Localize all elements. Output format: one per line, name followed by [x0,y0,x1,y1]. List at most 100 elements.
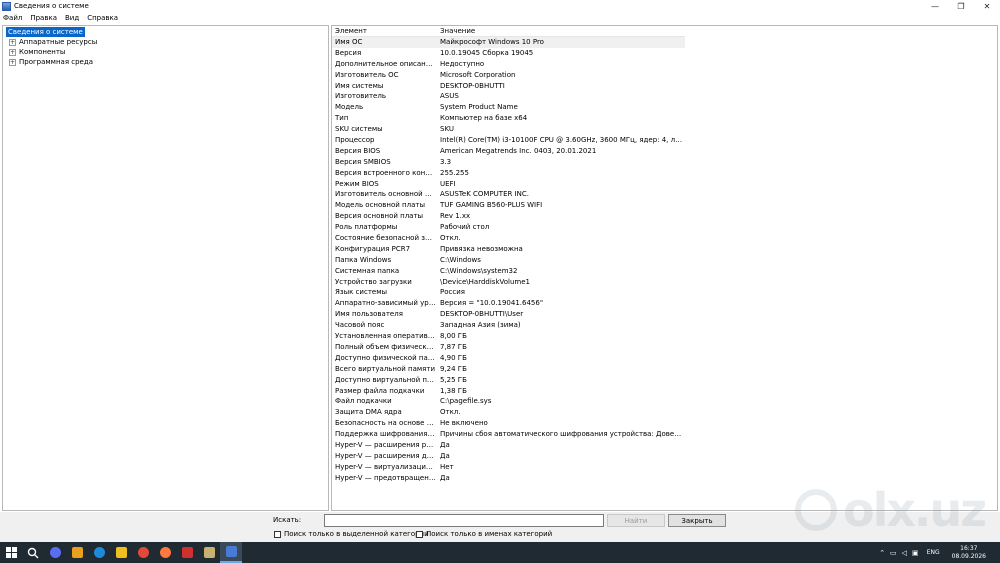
column-header-value[interactable]: Значение [436,26,685,36]
system-info-taskbar-icon[interactable] [220,542,242,563]
network-icon[interactable]: ▭ [888,542,899,563]
table-row[interactable]: Имя ОС Майкрософт Windows 10 Pro [332,37,685,48]
show-hidden-icons-chevron-up-icon[interactable]: ⌃ [877,542,888,563]
table-row[interactable]: Модель System Product Name [332,102,685,113]
menu-file[interactable]: Файл [3,14,22,22]
table-row[interactable]: Безопасность на основе вирту... Не включе… [332,418,685,429]
row-value-cell: \Device\HarddiskVolume1 [440,277,530,286]
checkbox-box[interactable] [274,530,281,538]
window-controls: — ❐ ✕ [922,0,1000,12]
close-window-button[interactable]: ✕ [974,0,1000,12]
table-row[interactable]: Hyper-V — виртуализация вкл... Нет [332,462,685,473]
table-row[interactable]: Доступно виртуальной памяти 5,25 ГБ [332,375,685,386]
table-row[interactable]: Hyper-V — расширения режи... Да [332,440,685,451]
minimize-button[interactable]: — [922,0,948,12]
row-item-cell: Файл подкачки [335,397,392,406]
column-header-item[interactable]: Элемент [332,26,436,36]
close-search-button[interactable]: Закрыть [668,514,726,527]
row-value-cell: Rev 1.xx [440,212,471,221]
checkbox-label: Поиск только в именах категорий [426,530,553,538]
clock-date: 08.09.2026 [951,552,986,560]
table-row[interactable]: Аппаратно-зависимый уровен... Версия = "1… [332,298,685,309]
table-row[interactable]: Всего виртуальной памяти 9,24 ГБ [332,364,685,375]
table-row[interactable]: Изготовитель ASUS [332,91,685,102]
menu-help[interactable]: Справка [87,14,118,22]
expand-plus-icon[interactable]: + [9,48,16,56]
checkbox-box[interactable] [416,530,423,538]
chrome-browser-icon[interactable] [132,542,154,563]
windows-start-icon[interactable] [0,542,22,563]
table-row[interactable]: Поддержка шифрования устр... Причины сбоя… [332,429,685,440]
table-row[interactable]: Установленная оперативная п... 8,00 ГБ [332,331,685,342]
table-row[interactable]: Тип Компьютер на базе x64 [332,113,685,124]
red-app-icon[interactable] [176,542,198,563]
table-row[interactable]: Имя пользователя DESKTOP-0BHUTTI\User [332,309,685,320]
table-row[interactable]: Процессор Intel(R) Core(TM) i3-10100F CPU… [332,135,685,146]
table-row[interactable]: Файл подкачки C:\pagefile.sys [332,396,685,407]
table-row[interactable]: Папка Windows C:\Windows [332,255,685,266]
table-row[interactable]: Hyper-V — расширения для п... Да [332,451,685,462]
notification-tray-icon[interactable]: ▣ [910,542,921,563]
table-row[interactable]: Доступно физической памяти 4,90 ГБ [332,353,685,364]
table-row[interactable]: SKU системы SKU [332,124,685,135]
table-row[interactable]: Версия BIOS American Megatrends Inc. 0403… [332,146,685,157]
table-row[interactable]: Конфигурация PCR7 Привязка невозможна [332,244,685,255]
tree-item-components[interactable]: + Компоненты [5,47,328,57]
table-row[interactable]: Версия основной платы Rev 1.xx [332,211,685,222]
table-row[interactable]: Полный объем физической па... 7,87 ГБ [332,342,685,353]
sound-icon[interactable]: ◁ [899,542,910,563]
table-row[interactable]: Модель основной платы TUF GAMING B560-PLU… [332,200,685,211]
search-input[interactable] [324,514,604,527]
table-row[interactable]: Версия 10.0.19045 Сборка 19045 [332,48,685,59]
table-row[interactable]: Состояние безопасной загруз... Откл. [332,233,685,244]
menu-edit[interactable]: Правка [30,14,57,22]
expand-plus-icon[interactable]: + [9,58,16,66]
search-category-names-checkbox[interactable]: Поиск только в именах категорий [416,530,552,538]
copilot-app-icon[interactable] [44,542,66,563]
category-tree: Сведения о системе + Аппаратные ресурсы … [3,26,328,67]
table-row[interactable]: Устройство загрузки \Device\HarddiskVolum… [332,277,685,288]
tree-item-system-summary[interactable]: Сведения о системе [5,27,328,37]
table-row[interactable]: Версия встроенного контролл... 255.255 [332,168,685,179]
table-row[interactable]: Роль платформы Рабочий стол [332,222,685,233]
menu-view[interactable]: Вид [65,14,79,22]
search-selected-category-checkbox[interactable]: Поиск только в выделенной категории [274,530,429,538]
game-app-icon[interactable] [198,542,220,563]
table-row[interactable]: Язык системы Россия [332,287,685,298]
clock[interactable]: 16:37 08.09.2026 [952,545,986,561]
table-row[interactable]: Изготовитель основной платы ASUSTeK COMPU… [332,189,685,200]
table-row[interactable]: Дополнительное описание ОС Недоступно [332,59,685,70]
row-item-cell: Процессор [335,136,375,145]
tree-item-label: Программная среда [19,58,93,66]
table-row[interactable]: Размер файла подкачки 1,38 ГБ [332,386,685,397]
file-explorer-icon[interactable] [110,542,132,563]
row-item-cell: Имя системы [335,81,384,90]
orange-app-icon[interactable] [154,542,176,563]
row-item-cell: Hyper-V — расширения режи... [335,440,436,449]
row-value-cell: Не включено [440,419,488,428]
table-row[interactable]: Hyper-V — предотвращение в... Да [332,473,685,484]
table-row[interactable]: Системная папка C:\Windows\system32 [332,266,685,277]
category-tree-pane: Сведения о системе + Аппаратные ресурсы … [2,25,329,511]
row-value-cell: 7,87 ГБ [440,342,467,351]
table-row[interactable]: Режим BIOS UEFI [332,179,685,190]
table-row[interactable]: Изготовитель ОС Microsoft Corporation [332,70,685,81]
store-app-icon[interactable] [66,542,88,563]
row-value-cell: SKU [440,125,454,134]
table-row[interactable]: Часовой пояс Западная Азия (зима) [332,320,685,331]
search-icon[interactable] [22,542,44,563]
expand-plus-icon[interactable]: + [9,38,16,46]
language-indicator[interactable]: ENG [927,549,940,556]
tree-item-software-environment[interactable]: + Программная среда [5,57,328,67]
title-bar: Сведения о системе — ❐ ✕ [0,0,1000,12]
edge-browser-icon[interactable] [88,542,110,563]
find-button[interactable]: Найти [607,514,665,527]
table-row[interactable]: Имя системы DESKTOP-0BHUTTI [332,81,685,92]
row-value-cell: TUF GAMING B560-PLUS WIFI [440,201,543,210]
row-item-cell: Hyper-V — предотвращение в... [335,473,436,482]
tree-item-hardware-resources[interactable]: + Аппаратные ресурсы [5,37,328,47]
table-row[interactable]: Защита DMA ядра Откл. [332,407,685,418]
maximize-button[interactable]: ❐ [948,0,974,12]
row-value-cell: 9,24 ГБ [440,364,467,373]
table-row[interactable]: Версия SMBIOS 3.3 [332,157,685,168]
